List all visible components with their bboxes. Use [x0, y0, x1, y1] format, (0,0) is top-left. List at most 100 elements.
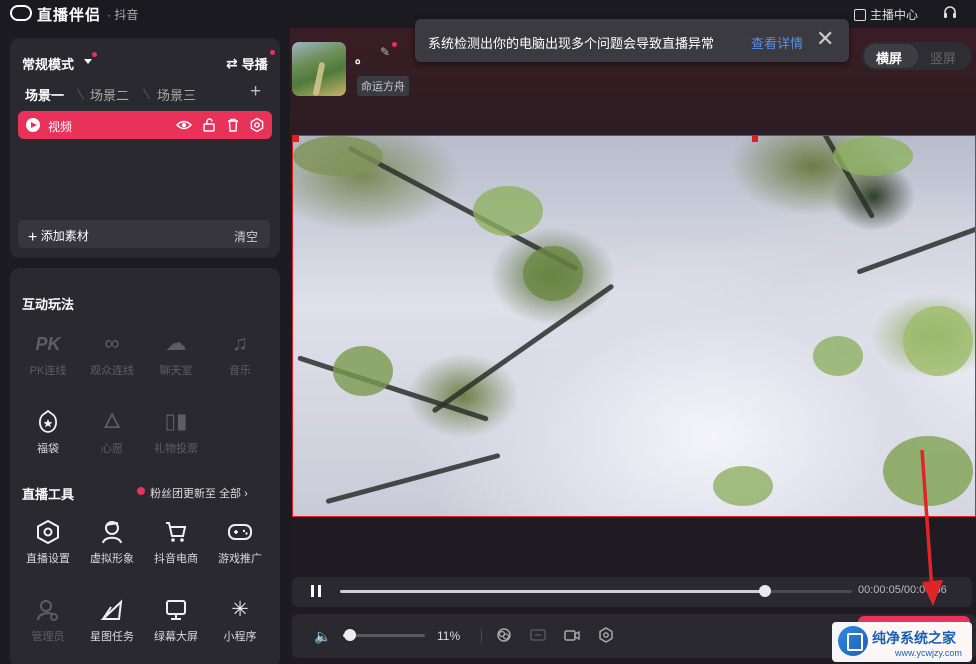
- preview-leaf: [293, 136, 383, 176]
- volume-percent: 11%: [437, 629, 461, 643]
- chevron-right-icon: ›: [244, 488, 248, 500]
- chevron-down-icon[interactable]: [84, 59, 92, 64]
- tool-star-task[interactable]: 星图任务: [84, 596, 140, 644]
- preview-leaf: [473, 186, 543, 236]
- preview-leaf: [903, 306, 973, 376]
- add-material-button[interactable]: + 添加素材: [28, 227, 89, 247]
- guide-label: 导播: [241, 57, 268, 72]
- preview-branch: [431, 283, 615, 414]
- watermark-logo-icon: [838, 626, 868, 656]
- preview-leaf: [833, 136, 913, 176]
- tool-live-settings[interactable]: 直播设置: [20, 518, 76, 566]
- orientation-landscape[interactable]: 横屏: [876, 48, 902, 67]
- tool-avatar[interactable]: 虚拟形象: [84, 518, 140, 566]
- volume-handle[interactable]: [344, 629, 356, 641]
- tool-admin[interactable]: 管理员: [20, 596, 76, 644]
- toast-message: 系统检测出你的电脑出现多个问题会导致直播异常: [428, 36, 715, 51]
- tool-wish[interactable]: 🜂 心愿: [84, 408, 140, 456]
- wish-icon: 🜂: [102, 410, 122, 433]
- star-task-icon: [84, 596, 140, 624]
- tab-scene-1[interactable]: 场景一: [25, 85, 64, 104]
- pk-icon: PK: [35, 334, 61, 354]
- room-title: 。: [355, 50, 369, 66]
- app-logo-icon: [10, 5, 32, 21]
- chart-icon: [854, 8, 866, 21]
- tool-ecommerce[interactable]: 抖音电商: [148, 518, 204, 566]
- progress-played[interactable]: [340, 590, 765, 593]
- watermark-title: 纯净系统之家: [872, 630, 956, 646]
- close-icon[interactable]: ✕: [816, 28, 834, 50]
- green-screen-icon: [148, 596, 204, 624]
- toast-details-link[interactable]: 查看详情: [751, 33, 803, 52]
- live-preview[interactable]: [292, 135, 976, 517]
- admin-icon: [20, 596, 76, 624]
- mini-program-icon: ✳: [231, 598, 249, 621]
- settings-icon[interactable]: [249, 117, 265, 133]
- divider: [481, 629, 482, 643]
- tool-music[interactable]: ♫ 音乐: [212, 330, 268, 378]
- cart-icon: [148, 518, 204, 546]
- preview-branch: [325, 452, 501, 505]
- volume-icon[interactable]: 🔈: [314, 628, 331, 645]
- game-category-tag: 命运方舟: [357, 76, 409, 96]
- camera-icon[interactable]: [563, 626, 581, 644]
- anchor-center-link[interactable]: 主播中心: [854, 6, 918, 23]
- preview-leaf: [713, 466, 773, 506]
- screen-share-icon[interactable]: [529, 626, 547, 644]
- trash-icon[interactable]: [225, 117, 241, 133]
- tool-lucky-bag[interactable]: 福袋: [20, 408, 76, 456]
- fans-update-link[interactable]: 粉丝团更新至 全部 ›: [150, 485, 248, 501]
- avatar-icon: [84, 518, 140, 546]
- notification-dot: [392, 42, 397, 47]
- anchor-center-label: 主播中心: [870, 8, 919, 22]
- preview-leaf: [523, 246, 583, 301]
- app-title: 直播伴侣: [37, 7, 102, 24]
- watermark-url: www.ycwjzy.com: [895, 648, 962, 658]
- add-material-label: 添加素材: [40, 229, 89, 243]
- gamepad-icon: [212, 518, 268, 546]
- tool-mini-program[interactable]: ✳ 小程序: [212, 596, 268, 644]
- eye-icon[interactable]: [176, 117, 192, 133]
- mode-select[interactable]: 常规模式: [22, 54, 74, 73]
- edit-icon[interactable]: ✎: [380, 46, 392, 58]
- plus-icon: +: [28, 229, 38, 246]
- tool-pk[interactable]: PK PK连线: [20, 330, 76, 378]
- tool-gift-vote[interactable]: ▯▮ 礼物投票: [148, 408, 204, 456]
- tool-audience-link[interactable]: ∞ 观众连线: [84, 330, 140, 378]
- tab-scene-3[interactable]: 场景三: [157, 85, 196, 104]
- notification-dot: [270, 50, 275, 55]
- preview-leaf: [333, 346, 393, 396]
- tool-game-promo[interactable]: 游戏推广: [212, 518, 268, 566]
- progress-remaining[interactable]: [765, 590, 852, 593]
- settings-icon[interactable]: [597, 626, 615, 644]
- source-name: 视频: [48, 120, 73, 134]
- gift-vote-icon: ▯▮: [164, 410, 188, 433]
- resize-handle[interactable]: [293, 136, 299, 142]
- tool-chat-room[interactable]: ☁ 聊天室: [148, 330, 204, 378]
- pause-icon[interactable]: [311, 585, 321, 597]
- guide-button[interactable]: ⇄ 导播: [226, 54, 268, 73]
- music-icon: ♫: [232, 332, 248, 355]
- lucky-bag-icon: [20, 408, 76, 436]
- add-scene-button[interactable]: +: [250, 82, 261, 101]
- link-icon: ∞: [104, 332, 120, 355]
- notification-dot: [137, 487, 145, 495]
- filter-icon[interactable]: [495, 626, 513, 644]
- play-icon: [26, 118, 40, 132]
- clear-button[interactable]: 清空: [234, 228, 258, 245]
- progress-handle[interactable]: [759, 585, 771, 597]
- tab-scene-2[interactable]: 场景二: [90, 85, 129, 104]
- resize-handle[interactable]: [752, 136, 758, 142]
- live-tools-title: 直播工具: [22, 487, 75, 502]
- notification-dot: [92, 52, 97, 57]
- orientation-portrait[interactable]: 竖屏: [930, 48, 956, 67]
- platform-label: · 抖音: [107, 8, 139, 22]
- headset-icon[interactable]: [942, 5, 958, 21]
- interact-title: 互动玩法: [22, 297, 75, 312]
- preview-branch: [856, 222, 975, 275]
- live-settings-icon: [20, 518, 76, 546]
- chat-room-icon: ☁: [165, 332, 187, 355]
- tool-green-screen[interactable]: 绿幕大屏: [148, 596, 204, 644]
- swap-icon: ⇄: [226, 55, 238, 71]
- unlock-icon[interactable]: [201, 117, 217, 133]
